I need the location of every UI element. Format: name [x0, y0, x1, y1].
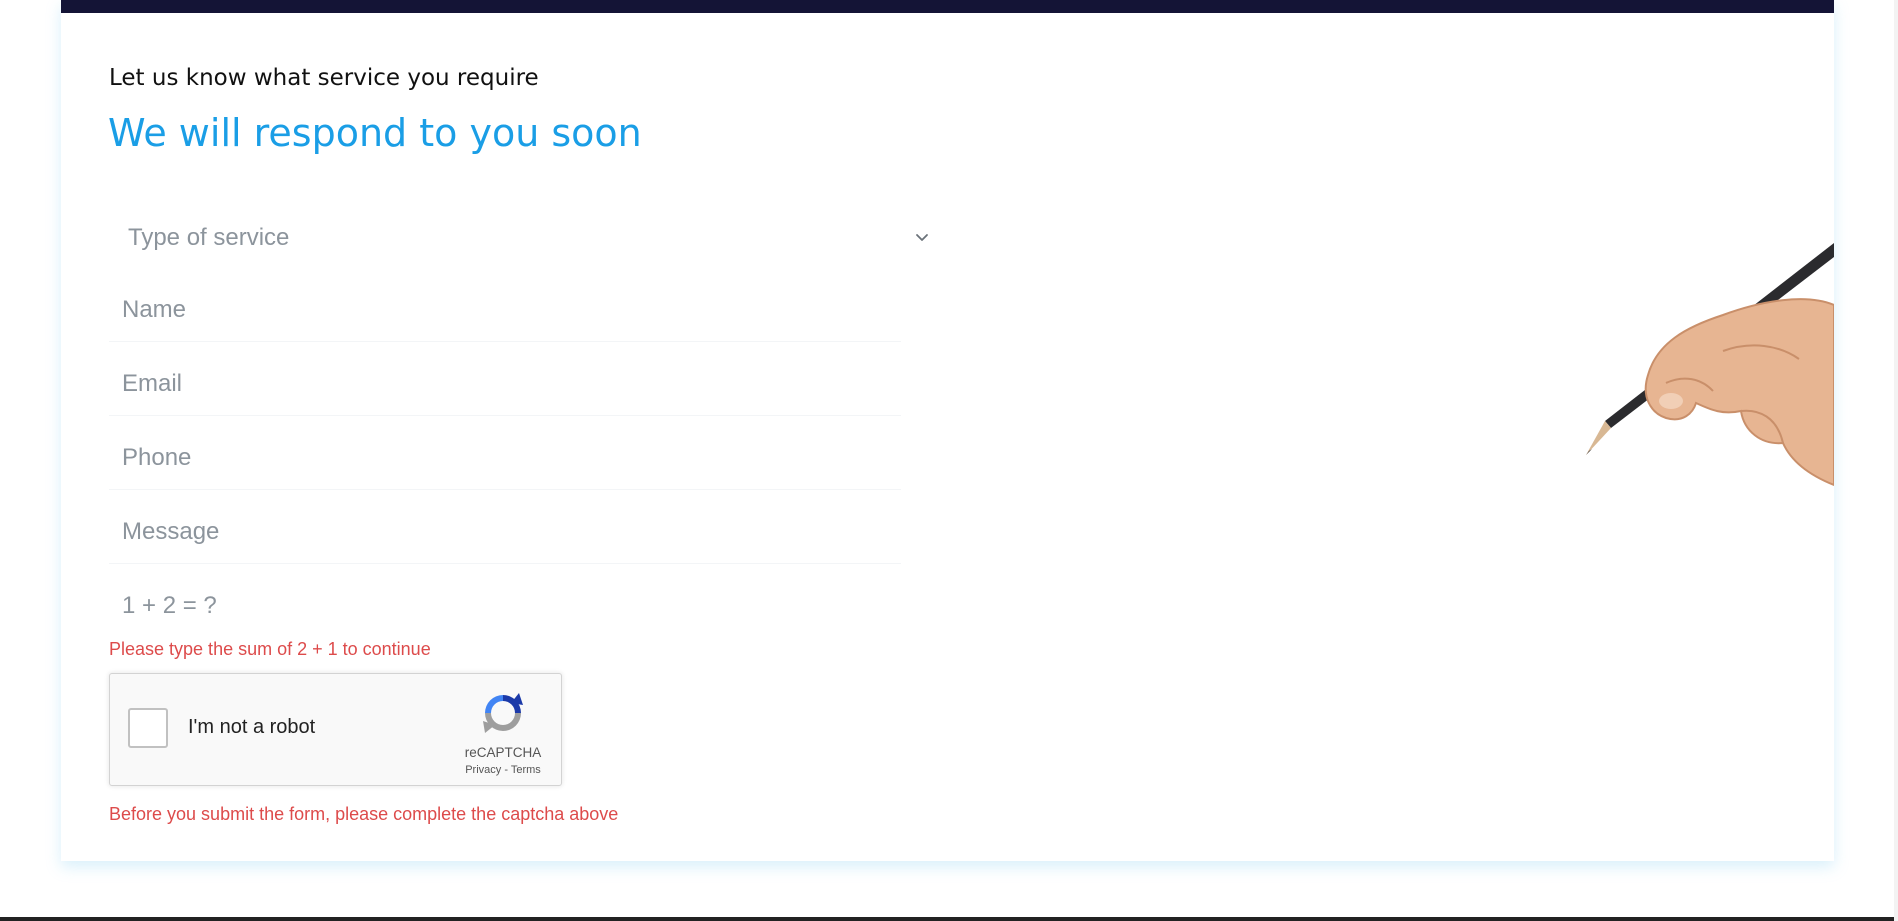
name-field-wrapper — [109, 278, 901, 342]
recaptcha-brand: reCAPTCHA — [464, 745, 542, 760]
phone-field-wrapper — [109, 426, 901, 490]
message-input[interactable] — [109, 500, 901, 563]
email-input[interactable] — [109, 352, 901, 415]
service-type-label: Type of service — [128, 224, 290, 251]
recaptcha-link-separator: - — [504, 764, 508, 776]
recaptcha-checkbox[interactable] — [128, 708, 168, 748]
page-scrollbar[interactable] — [1894, 0, 1898, 921]
recaptcha-widget: I'm not a robot reCAPTCHA Privacy - Term… — [109, 673, 562, 786]
math-captcha-input[interactable] — [109, 574, 901, 638]
math-error-message: Please type the sum of 2 + 1 to continue — [109, 639, 431, 659]
email-field-wrapper — [109, 352, 901, 416]
math-field-wrapper — [109, 574, 901, 638]
recaptcha-logo-icon — [483, 693, 523, 733]
page: Let us know what service you require We … — [0, 0, 1898, 921]
recaptcha-privacy-link[interactable]: Privacy — [465, 764, 501, 776]
name-input[interactable] — [109, 278, 901, 341]
recaptcha-terms-link[interactable]: Terms — [511, 764, 541, 776]
recaptcha-label: I'm not a robot — [188, 716, 316, 738]
message-field-wrapper — [109, 500, 901, 564]
service-type-select[interactable]: Type of service — [109, 207, 928, 271]
captcha-error-message: Before you submit the form, please compl… — [109, 804, 619, 824]
recaptcha-links: Privacy - Terms — [457, 764, 549, 776]
form-eyebrow: Let us know what service you require — [109, 65, 539, 91]
bottom-edge-bar — [0, 917, 1898, 921]
form-headline: We will respond to you soon — [108, 111, 642, 155]
chevron-down-icon — [916, 234, 928, 241]
contact-form-card: Let us know what service you require We … — [61, 0, 1834, 861]
phone-input[interactable] — [109, 426, 901, 489]
hand-with-pencil-icon — [1586, 243, 1834, 487]
